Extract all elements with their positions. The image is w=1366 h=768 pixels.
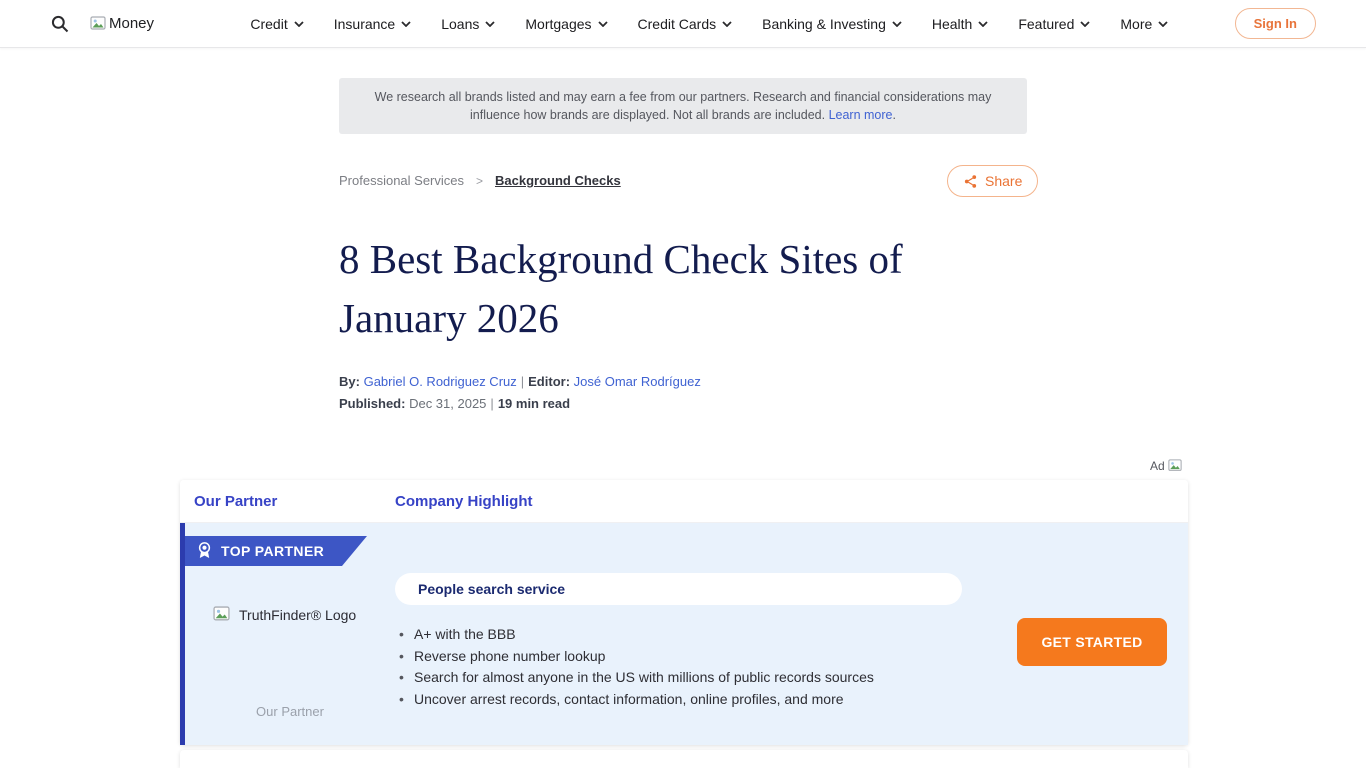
page-title: 8 Best Background Check Sites of January… [339, 230, 1039, 348]
service-category-pill: People search service [395, 573, 962, 605]
partner-logo[interactable]: TruthFinder® Logo [213, 606, 356, 623]
share-icon [963, 174, 978, 189]
partner-logo-alt-text: TruthFinder® Logo [239, 607, 356, 623]
top-partner-card: Our Partner Company Highlight TOP PARTNE… [180, 480, 1188, 745]
main-menu: Credit Insurance Loans Mortgages Credit … [210, 16, 1168, 32]
chevron-down-icon [401, 21, 411, 27]
top-partner-label: TOP PARTNER [221, 543, 324, 559]
nav-item-featured[interactable]: Featured [1018, 16, 1090, 32]
top-partner-ribbon: TOP PARTNER [185, 536, 367, 566]
editor-link[interactable]: José Omar Rodríguez [574, 374, 701, 389]
share-button[interactable]: Share [947, 165, 1038, 197]
disclosure-text: We research all brands listed and may ea… [357, 88, 1009, 124]
ad-label: Ad [1150, 459, 1182, 473]
byline: By: Gabriel O. Rodriguez Cruz|Editor: Jo… [339, 374, 701, 389]
breadcrumb: Professional Services > Background Check… [339, 173, 621, 188]
nav-item-mortgages[interactable]: Mortgages [525, 16, 607, 32]
chevron-down-icon [598, 21, 608, 27]
highlight-bullet-list: A+ with the BBB Reverse phone number loo… [395, 624, 905, 710]
top-navigation: Money Credit Insurance Loans Mortgages C… [0, 0, 1366, 48]
get-started-button[interactable]: GET STARTED [1017, 618, 1167, 666]
nav-item-insurance[interactable]: Insurance [334, 16, 411, 32]
our-partner-caption: Our Partner [185, 704, 395, 719]
medal-icon [197, 542, 212, 560]
chevron-down-icon [1158, 21, 1168, 27]
advertiser-disclosure: We research all brands listed and may ea… [339, 78, 1027, 134]
chevron-down-icon [294, 21, 304, 27]
nav-item-health[interactable]: Health [932, 16, 988, 32]
chevron-down-icon [978, 21, 988, 27]
highlight-bullet: Reverse phone number lookup [395, 646, 905, 668]
highlight-bullet: Uncover arrest records, contact informat… [395, 689, 905, 711]
sign-in-button[interactable]: Sign In [1235, 8, 1316, 39]
company-highlight-column-label: Company Highlight [395, 493, 533, 510]
chevron-down-icon [485, 21, 495, 27]
broken-image-icon [213, 606, 230, 623]
our-partner-column-label: Our Partner [194, 493, 395, 510]
chevron-down-icon [892, 21, 902, 27]
next-card-preview [180, 750, 1188, 768]
chevron-down-icon [722, 21, 732, 27]
nav-item-credit-cards[interactable]: Credit Cards [638, 16, 733, 32]
breadcrumb-separator: > [476, 174, 483, 188]
published-line: Published: Dec 31, 2025|19 min read [339, 396, 570, 411]
partner-card-body: TOP PARTNER TruthFinder® Logo Our Partne… [180, 523, 1188, 745]
chevron-down-icon [1080, 21, 1090, 27]
broken-image-icon [1168, 459, 1182, 473]
nav-item-banking-investing[interactable]: Banking & Investing [762, 16, 902, 32]
breadcrumb-parent[interactable]: Professional Services [339, 173, 464, 188]
broken-image-icon [90, 16, 106, 32]
highlight-bullet: Search for almost anyone in the US with … [395, 667, 905, 689]
breadcrumb-current[interactable]: Background Checks [495, 173, 621, 188]
money-logo[interactable]: Money [90, 15, 154, 32]
search-icon[interactable] [50, 13, 72, 35]
author-link[interactable]: Gabriel O. Rodriguez Cruz [364, 374, 517, 389]
nav-item-more[interactable]: More [1120, 16, 1168, 32]
partner-card-header: Our Partner Company Highlight [180, 480, 1188, 523]
logo-alt-text: Money [109, 15, 154, 32]
nav-item-loans[interactable]: Loans [441, 16, 495, 32]
read-time: 19 min read [498, 396, 570, 411]
nav-item-credit[interactable]: Credit [250, 16, 303, 32]
highlight-bullet: A+ with the BBB [395, 624, 905, 646]
published-date: Dec 31, 2025 [409, 396, 486, 411]
learn-more-link[interactable]: Learn more [829, 108, 893, 122]
